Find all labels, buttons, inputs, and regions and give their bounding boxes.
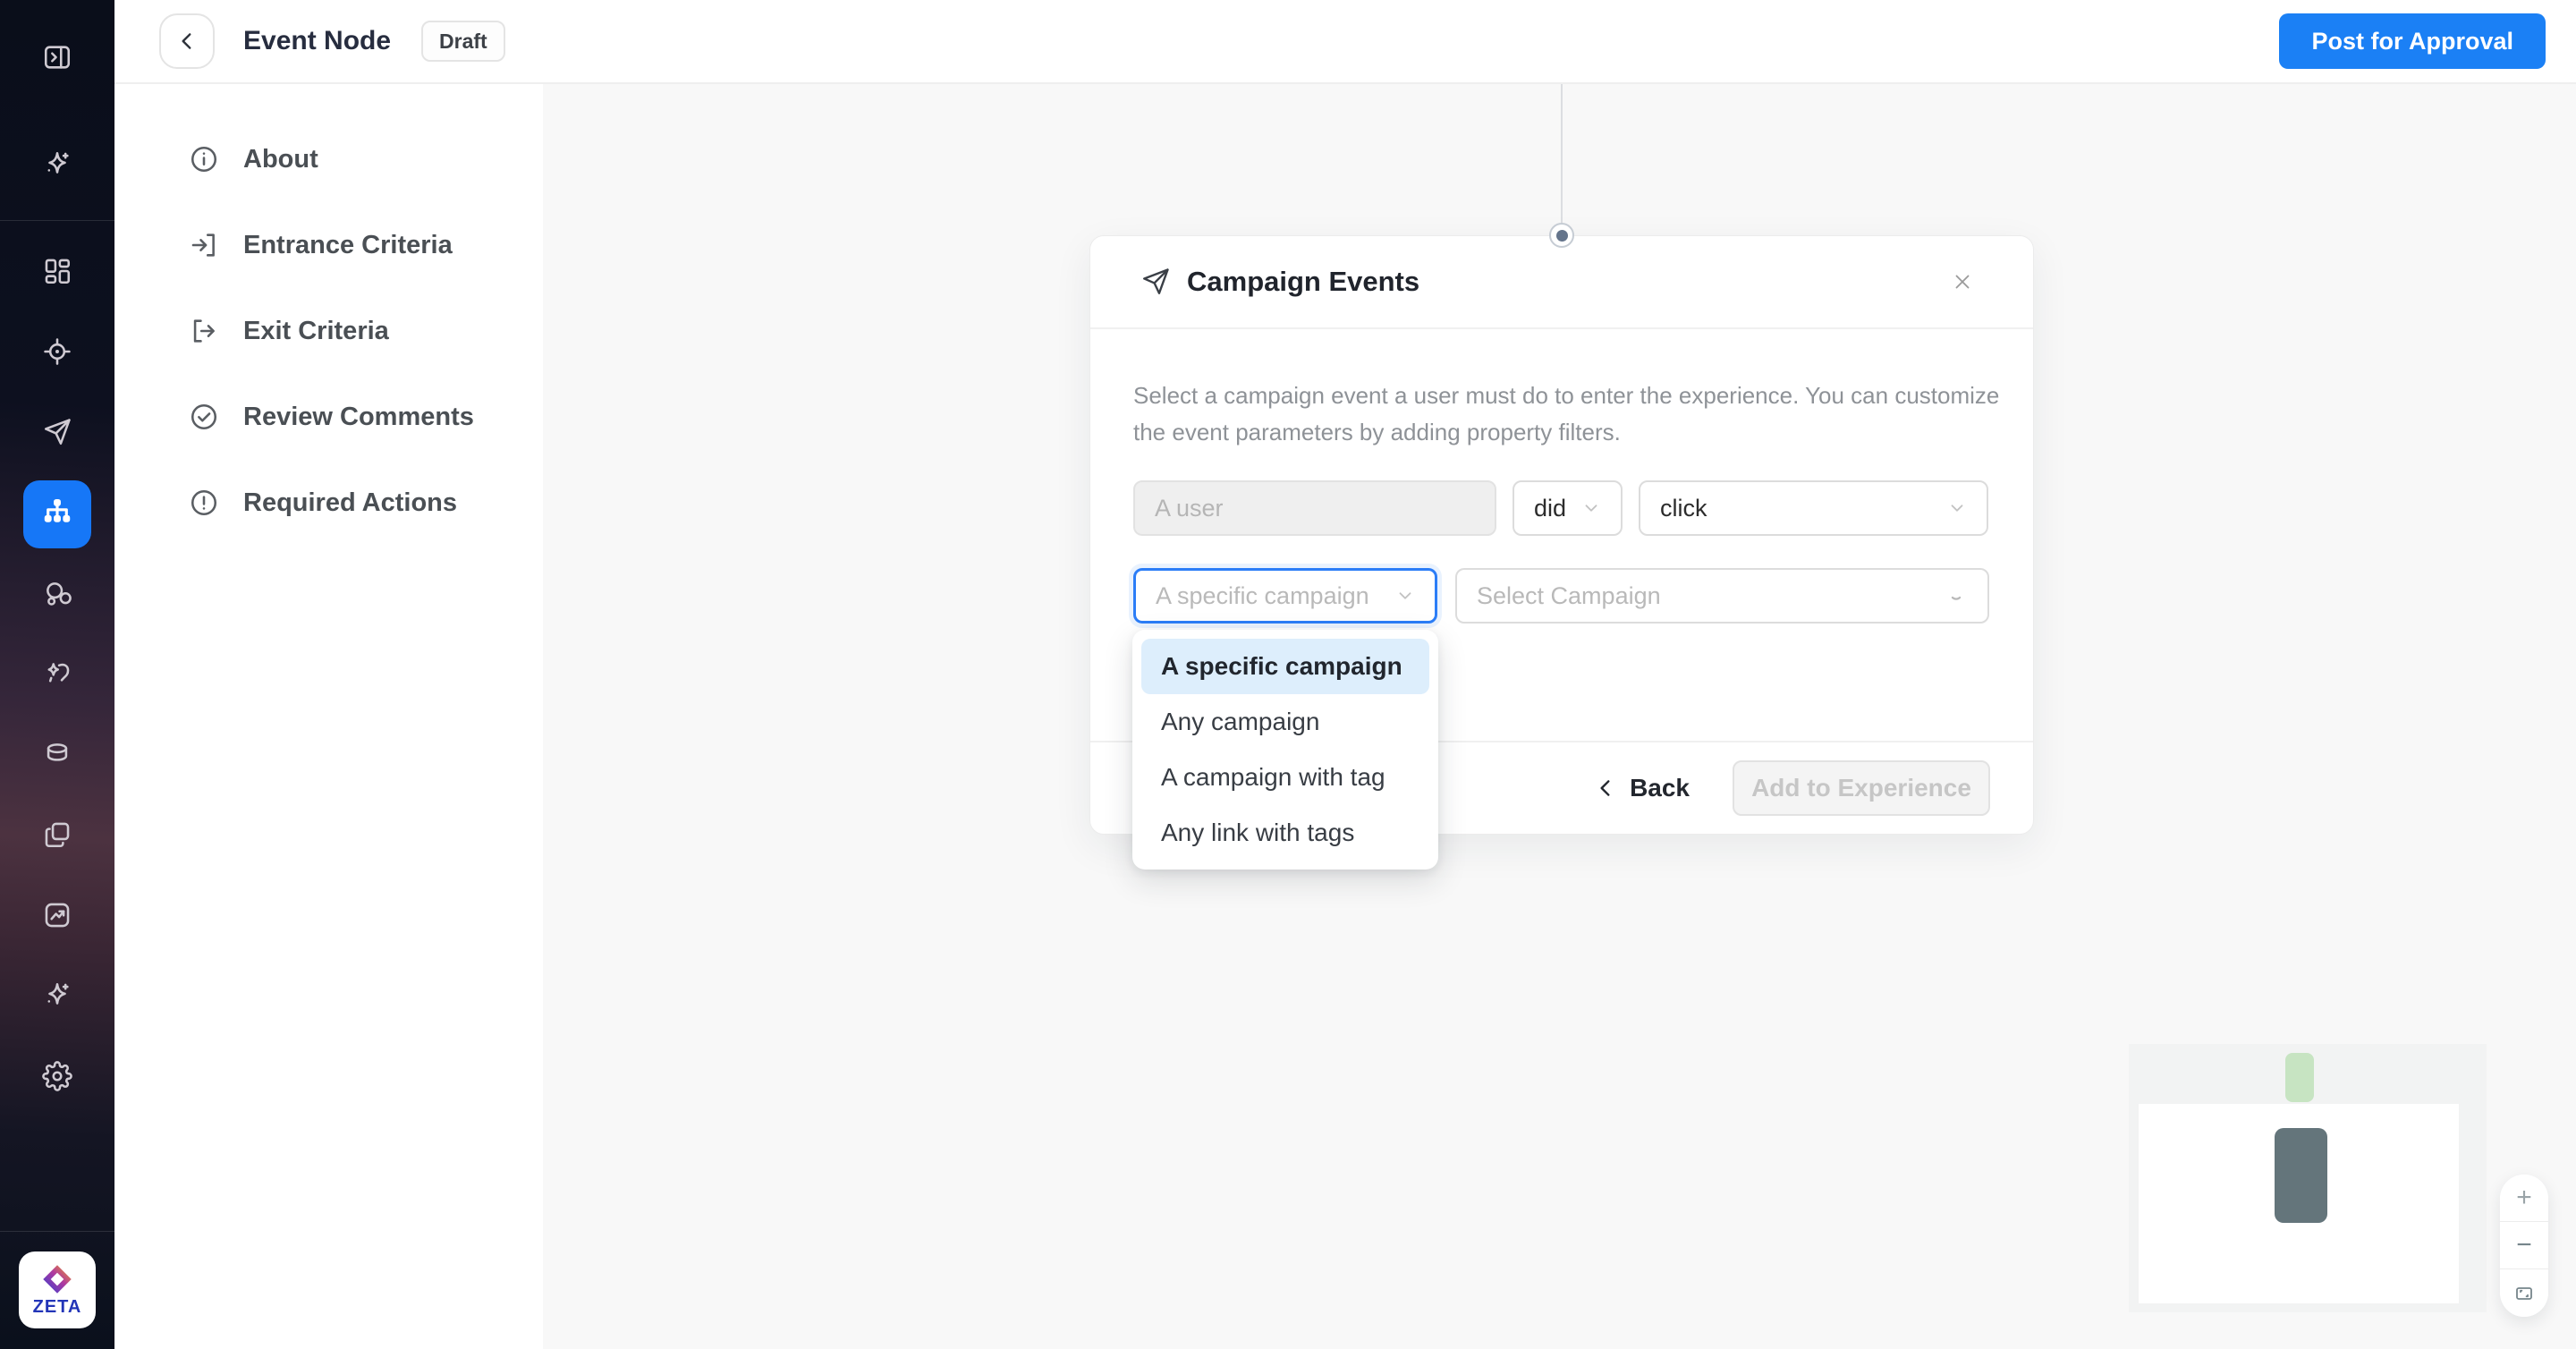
- event-sentence-row: A user did click: [1133, 480, 1990, 536]
- nav-item-label: Entrance Criteria: [243, 231, 453, 260]
- report-chart-icon: [42, 900, 72, 935]
- nav-item-label: Review Comments: [243, 403, 474, 432]
- bubbles-icon: [42, 578, 72, 613]
- paper-plane-icon: [1140, 267, 1171, 297]
- campaign-filter-row: A specific campaign Select Campaign: [1133, 568, 1990, 624]
- hierarchy-icon: [40, 496, 74, 534]
- nav-item-required-actions[interactable]: Required Actions: [114, 487, 543, 519]
- modal-description: Select a campaign event a user must do t…: [1133, 378, 2010, 451]
- sidebar-item-copy-pages[interactable]: [41, 820, 73, 853]
- zoom-in-button[interactable]: +: [2500, 1175, 2548, 1222]
- modal-title: Campaign Events: [1187, 266, 1419, 298]
- subject-input: A user: [1133, 480, 1496, 536]
- nav-item-label: About: [243, 145, 318, 174]
- target-icon: [42, 336, 72, 371]
- nav-item-about[interactable]: About: [114, 143, 543, 175]
- fit-view-icon: [2513, 1283, 2535, 1304]
- sparkle-plus-icon: [42, 980, 72, 1015]
- nav-item-entrance-criteria[interactable]: Entrance Criteria: [114, 229, 543, 261]
- select-campaign-combobox[interactable]: Select Campaign: [1455, 568, 1989, 624]
- event-type-select[interactable]: click: [1639, 480, 1988, 536]
- add-to-experience-button[interactable]: Add to Experience: [1733, 760, 1990, 816]
- sidebar-item-target[interactable]: [41, 337, 73, 369]
- minimap[interactable]: [2129, 1044, 2487, 1312]
- sidebar-item-hierarchy[interactable]: [23, 480, 91, 548]
- campaign-placeholder: Select Campaign: [1477, 582, 1661, 610]
- database-icon: [42, 739, 72, 774]
- panel-toggle-icon[interactable]: [41, 41, 73, 73]
- chevron-left-icon: [1594, 776, 1617, 800]
- nav-item-exit-criteria[interactable]: Exit Criteria: [114, 315, 543, 347]
- exit-icon: [188, 315, 220, 347]
- header: Event Node Draft Post for Approval: [114, 0, 2576, 84]
- campaign-type-dropdown: A specific campaignAny campaignA campaig…: [1132, 630, 1438, 870]
- copy-pages-icon: [42, 819, 72, 854]
- sidebar-item-report-chart[interactable]: [41, 901, 73, 933]
- subject-value: A user: [1155, 495, 1224, 522]
- zoom-out-button[interactable]: −: [2500, 1222, 2548, 1269]
- verb-select[interactable]: did: [1513, 480, 1623, 536]
- zeta-logo-text: ZETA: [33, 1297, 82, 1318]
- loading-spinner-icon: [1945, 584, 1968, 607]
- sidebar-item-bubbles[interactable]: [41, 579, 73, 611]
- chevron-down-icon: [1581, 498, 1601, 518]
- info-circle-icon: [188, 143, 220, 175]
- zoom-controls: + −: [2500, 1175, 2548, 1317]
- sidebar-item-sparkle-plus[interactable]: [41, 981, 73, 1014]
- chevron-down-icon: [1947, 498, 1967, 518]
- status-badge: Draft: [421, 21, 505, 62]
- modal-header: Campaign Events: [1090, 236, 2033, 329]
- sidebar-divider: [0, 220, 114, 221]
- sidebar-item-database[interactable]: [41, 740, 73, 772]
- sidebar-bottom-divider: [0, 1231, 114, 1232]
- sidebar-nav: [23, 257, 91, 1094]
- app-sidebar: ZETA: [0, 0, 114, 1349]
- route-icon: [42, 658, 72, 693]
- sidebar-item-send[interactable]: [41, 418, 73, 450]
- gear-icon: [42, 1061, 72, 1096]
- nav-item-label: Exit Criteria: [243, 317, 389, 346]
- sidebar-item-dashboard-grid[interactable]: [41, 257, 73, 289]
- dropdown-option[interactable]: A campaign with tag: [1141, 750, 1429, 805]
- fit-view-button[interactable]: [2500, 1269, 2548, 1317]
- nav-item-review-comments[interactable]: Review Comments: [114, 401, 543, 433]
- verb-value: did: [1534, 495, 1566, 522]
- check-circle-icon: [188, 401, 220, 433]
- close-icon[interactable]: [1951, 270, 1978, 297]
- sidebar-item-gear[interactable]: [41, 1062, 73, 1094]
- minimap-entry-node: [2285, 1053, 2314, 1102]
- back-label: Back: [1630, 774, 1690, 802]
- sidebar-item-route[interactable]: [41, 659, 73, 691]
- campaign-type-value: A specific campaign: [1156, 582, 1369, 610]
- flow-canvas[interactable]: Campaign Events Select a campaign event …: [543, 84, 2576, 1349]
- entry-nav: About Entrance Criteria Exit Criteria Revie…: [114, 84, 543, 1349]
- modal-body: Select a campaign event a user must do t…: [1090, 378, 2033, 624]
- dropdown-option[interactable]: Any campaign: [1141, 694, 1429, 750]
- post-for-approval-button[interactable]: Post for Approval: [2279, 13, 2546, 69]
- chevron-down-icon: [1395, 586, 1415, 606]
- page-title: Event Node: [243, 26, 391, 56]
- connector-handle[interactable]: [1549, 223, 1574, 248]
- chevron-left-icon: [175, 30, 199, 53]
- entrance-icon: [188, 229, 220, 261]
- back-button[interactable]: [159, 13, 215, 69]
- event-type-value: click: [1660, 495, 1707, 522]
- nav-item-label: Required Actions: [243, 488, 457, 518]
- dropdown-option[interactable]: A specific campaign: [1141, 639, 1429, 694]
- send-icon: [42, 417, 72, 452]
- campaign-type-select[interactable]: A specific campaign: [1133, 568, 1437, 624]
- back-link[interactable]: Back: [1594, 774, 1690, 802]
- zeta-diamond-icon: [41, 1263, 73, 1295]
- zeta-logo[interactable]: ZETA: [19, 1251, 96, 1328]
- sparkle-icon[interactable]: [41, 148, 73, 181]
- dropdown-option[interactable]: Any link with tags: [1141, 805, 1429, 861]
- minimap-current-node: [2275, 1128, 2327, 1223]
- alert-circle-icon: [188, 487, 220, 519]
- connector-line: [1561, 84, 1563, 235]
- dashboard-grid-icon: [42, 256, 72, 291]
